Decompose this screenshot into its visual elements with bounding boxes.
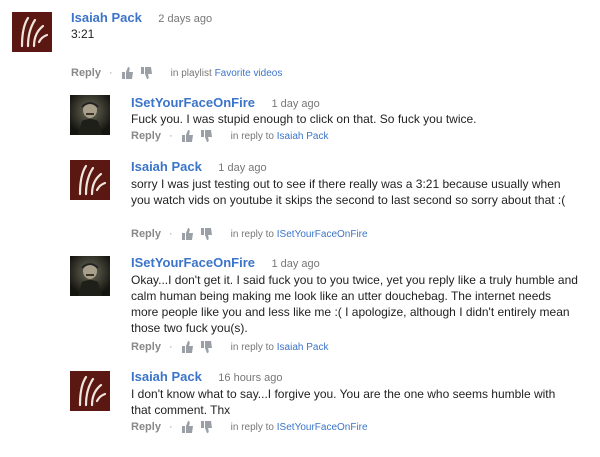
thumbs-down-icon[interactable]	[200, 130, 213, 142]
thumbs-up-icon[interactable]	[121, 67, 134, 79]
reply-button[interactable]: Reply	[131, 421, 161, 433]
comment-text: sorry I was just testing out to see if t…	[131, 177, 566, 207]
separator-dot: ·	[168, 228, 173, 240]
thumbs-up-icon[interactable]	[181, 228, 194, 240]
comment-context: in reply to ISetYourFaceOnFire	[231, 422, 368, 433]
comment-text: Okay...I don't get it. I said fuck you t…	[131, 273, 578, 335]
comment-context: in reply to Isaiah Pack	[231, 131, 329, 142]
reply-button[interactable]: Reply	[131, 341, 161, 353]
separator-dot: ·	[108, 67, 113, 79]
thumbs-down-icon[interactable]	[140, 67, 153, 79]
context-prefix: in reply to	[230, 228, 274, 240]
thumbs-up-icon[interactable]	[181, 421, 194, 433]
isaiah-avatar[interactable]	[12, 12, 52, 52]
context-link[interactable]: Favorite videos	[215, 68, 283, 79]
isetyourfaceonfire-avatar[interactable]	[70, 256, 110, 296]
comment-text: 3:21	[71, 27, 95, 41]
isaiah-avatar[interactable]	[70, 371, 110, 411]
comment-text: I don't know what to say...I forgive you…	[131, 387, 556, 417]
context-prefix: in reply to	[230, 341, 274, 353]
thumbs-down-icon[interactable]	[200, 228, 213, 240]
separator-dot: ·	[168, 421, 173, 433]
context-link[interactable]: ISetYourFaceOnFire	[277, 229, 368, 240]
context-prefix: in reply to	[230, 130, 274, 142]
thumbs-down-icon[interactable]	[200, 341, 213, 353]
reply-button[interactable]: Reply	[71, 67, 101, 79]
comment-context: in playlist Favorite videos	[171, 68, 283, 79]
comment-time: 1 day ago	[271, 258, 320, 270]
context-link[interactable]: Isaiah Pack	[277, 342, 329, 353]
thumbs-down-icon[interactable]	[200, 421, 213, 433]
thumbs-up-icon[interactable]	[181, 341, 194, 353]
comment-context: in reply to Isaiah Pack	[231, 342, 329, 353]
comment-author[interactable]: Isaiah Pack	[131, 159, 202, 174]
separator-dot: ·	[168, 341, 173, 353]
reply-button[interactable]: Reply	[131, 130, 161, 142]
comment-time: 1 day ago	[271, 98, 320, 110]
comment-author[interactable]: ISetYourFaceOnFire	[131, 255, 255, 270]
comment-author[interactable]: Isaiah Pack	[131, 369, 202, 384]
comment-author[interactable]: Isaiah Pack	[71, 10, 142, 25]
context-link[interactable]: ISetYourFaceOnFire	[277, 422, 368, 433]
comment-context: in reply to ISetYourFaceOnFire	[231, 229, 368, 240]
isetyourfaceonfire-avatar[interactable]	[70, 95, 110, 135]
comment-time: 2 days ago	[158, 13, 213, 25]
context-prefix: in reply to	[230, 421, 274, 433]
reply-button[interactable]: Reply	[131, 228, 161, 240]
separator-dot: ·	[168, 130, 173, 142]
comment-author[interactable]: ISetYourFaceOnFire	[131, 95, 255, 110]
context-link[interactable]: Isaiah Pack	[277, 131, 329, 142]
context-prefix: in playlist	[170, 67, 212, 79]
thumbs-up-icon[interactable]	[181, 130, 194, 142]
comment-text: Fuck you. I was stupid enough to click o…	[131, 112, 477, 126]
comment-time: 16 hours ago	[218, 372, 283, 384]
isaiah-avatar[interactable]	[70, 160, 110, 200]
comment-time: 1 day ago	[218, 162, 267, 174]
